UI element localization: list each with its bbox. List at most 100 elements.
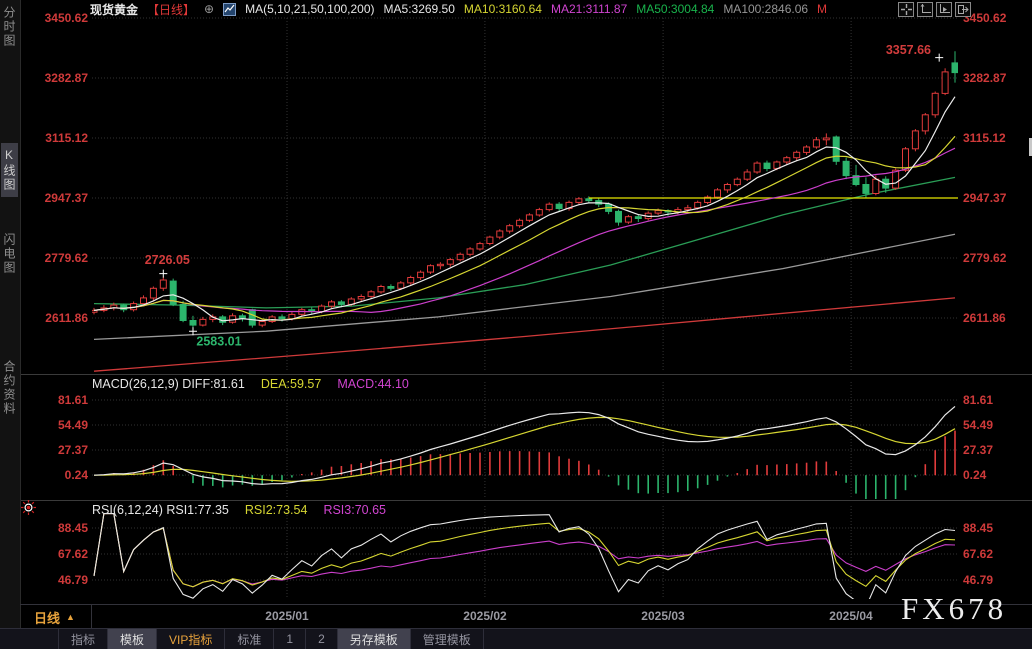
candle	[358, 297, 364, 300]
candle	[259, 322, 265, 326]
instrument-title: 现货黄金	[90, 1, 138, 18]
period-selector-label: 日线	[34, 608, 60, 627]
period-badge: 【日线】	[147, 1, 195, 18]
price-annotation: 2726.05	[145, 253, 190, 267]
axis-label: 3282.87	[45, 71, 89, 85]
candle	[447, 260, 453, 265]
ma5-line	[94, 97, 955, 321]
candle	[249, 310, 255, 325]
axis-label: 3282.87	[963, 71, 1007, 85]
axis-label: 67.62	[963, 547, 993, 561]
candle	[428, 266, 434, 272]
candle	[546, 204, 552, 209]
candle	[695, 202, 701, 207]
ma200-value-truncated: M	[817, 2, 827, 16]
candle	[477, 244, 483, 249]
ma50-value: MA50:3004.84	[636, 2, 714, 16]
peak-marker	[159, 270, 167, 278]
candle	[457, 254, 463, 259]
candle	[121, 305, 127, 310]
sidebar-item-time-chart[interactable]: 分时图	[1, 6, 18, 48]
candle	[388, 287, 394, 289]
candle	[586, 199, 592, 201]
axis-label: 46.79	[58, 573, 88, 587]
axis-label: 3450.62	[45, 11, 89, 25]
rsi1-value: RSI(6,12,24) RSI1:77.35	[92, 503, 229, 517]
date-label: 2025/02	[463, 609, 506, 623]
date-label: 2025/03	[641, 609, 684, 623]
candle	[863, 185, 869, 194]
collapse-icon[interactable]: ⊕	[204, 2, 214, 16]
candle	[536, 210, 542, 215]
candle	[437, 264, 443, 265]
crosshair-icon[interactable]	[898, 2, 914, 17]
ma10-value: MA10:3160.64	[464, 2, 542, 16]
tab-templates[interactable]: 模板	[108, 629, 157, 649]
candle	[190, 321, 196, 326]
candle	[912, 131, 918, 149]
peak-marker	[935, 54, 943, 62]
ma5-value: MA5:3269.50	[384, 2, 455, 16]
axis-label: 54.49	[963, 418, 993, 432]
chart-style-icon[interactable]	[223, 3, 236, 16]
candle	[715, 190, 721, 197]
candle	[616, 211, 622, 222]
candle	[329, 302, 335, 306]
candle	[843, 161, 849, 175]
candle	[517, 220, 523, 225]
tab-standard[interactable]: 标准	[225, 629, 274, 649]
axis-label: 2611.86	[45, 311, 88, 325]
ma21-line	[94, 148, 955, 312]
candle	[160, 280, 166, 288]
candle	[744, 172, 750, 179]
axis-label: 2611.86	[963, 311, 1006, 325]
axis-label: 2779.62	[963, 251, 1007, 265]
fx678-watermark: FX678	[901, 591, 1007, 627]
rsi-header: RSI(6,12,24) RSI1:77.35 RSI2:73.54 RSI3:…	[92, 503, 386, 517]
tab-indicators[interactable]: 指标	[58, 629, 108, 649]
sidebar-item-kline-chart[interactable]: K线图	[1, 143, 18, 197]
macd-panel	[94, 406, 955, 506]
candle	[497, 231, 503, 237]
candle	[467, 249, 473, 254]
candle	[319, 306, 325, 311]
candle	[784, 158, 790, 162]
ma-params-label: MA(5,10,21,50,100,200)	[245, 2, 374, 16]
candle	[942, 72, 948, 94]
rsi12-line	[94, 514, 955, 587]
tab-slot-1[interactable]: 1	[274, 629, 306, 649]
sidebar-item-contract-info[interactable]: 合约资料	[1, 360, 18, 416]
axis-label: 2947.37	[963, 191, 1007, 205]
candle	[794, 152, 800, 157]
axis-scale-icon[interactable]	[917, 2, 933, 17]
candle	[378, 287, 384, 292]
exit-panel-icon[interactable]	[955, 2, 971, 17]
sidebar: 分时图 K线图 闪电图 合约资料	[0, 0, 21, 628]
tab-slot-2[interactable]: 2	[306, 629, 338, 649]
axis-play-icon[interactable]	[936, 2, 952, 17]
date-label: 2025/01	[265, 609, 308, 623]
date-axis-row: 日线 ▲ 2025/01 2025/02 2025/03 2025/04	[20, 604, 1032, 629]
ma21-value: MA21:3111.87	[551, 2, 627, 16]
candle	[813, 140, 819, 147]
candle	[576, 199, 582, 203]
candle	[952, 63, 958, 73]
candle	[526, 215, 532, 220]
sidebar-item-tick-chart[interactable]: 闪电图	[1, 233, 18, 275]
indicator-settings-icon[interactable]	[21, 500, 36, 520]
candle	[764, 163, 770, 168]
tab-vip-indicators[interactable]: VIP指标	[157, 629, 225, 649]
candle	[507, 226, 513, 231]
axis-label: 0.24	[65, 468, 89, 482]
axis-label: 3115.12	[963, 131, 1006, 145]
axis-label: 81.61	[58, 393, 88, 407]
axis-label: 2779.62	[45, 251, 89, 265]
candle	[418, 272, 424, 277]
tab-manage-template[interactable]: 管理模板	[411, 629, 484, 649]
tab-save-template[interactable]: 另存模板	[338, 629, 411, 649]
chart-canvas[interactable]: 3450.623450.623282.873282.873115.123115.…	[0, 0, 1032, 649]
candle	[625, 217, 631, 222]
period-selector-button[interactable]: 日线 ▲	[20, 605, 92, 629]
candle	[893, 170, 899, 188]
candle	[398, 283, 404, 288]
